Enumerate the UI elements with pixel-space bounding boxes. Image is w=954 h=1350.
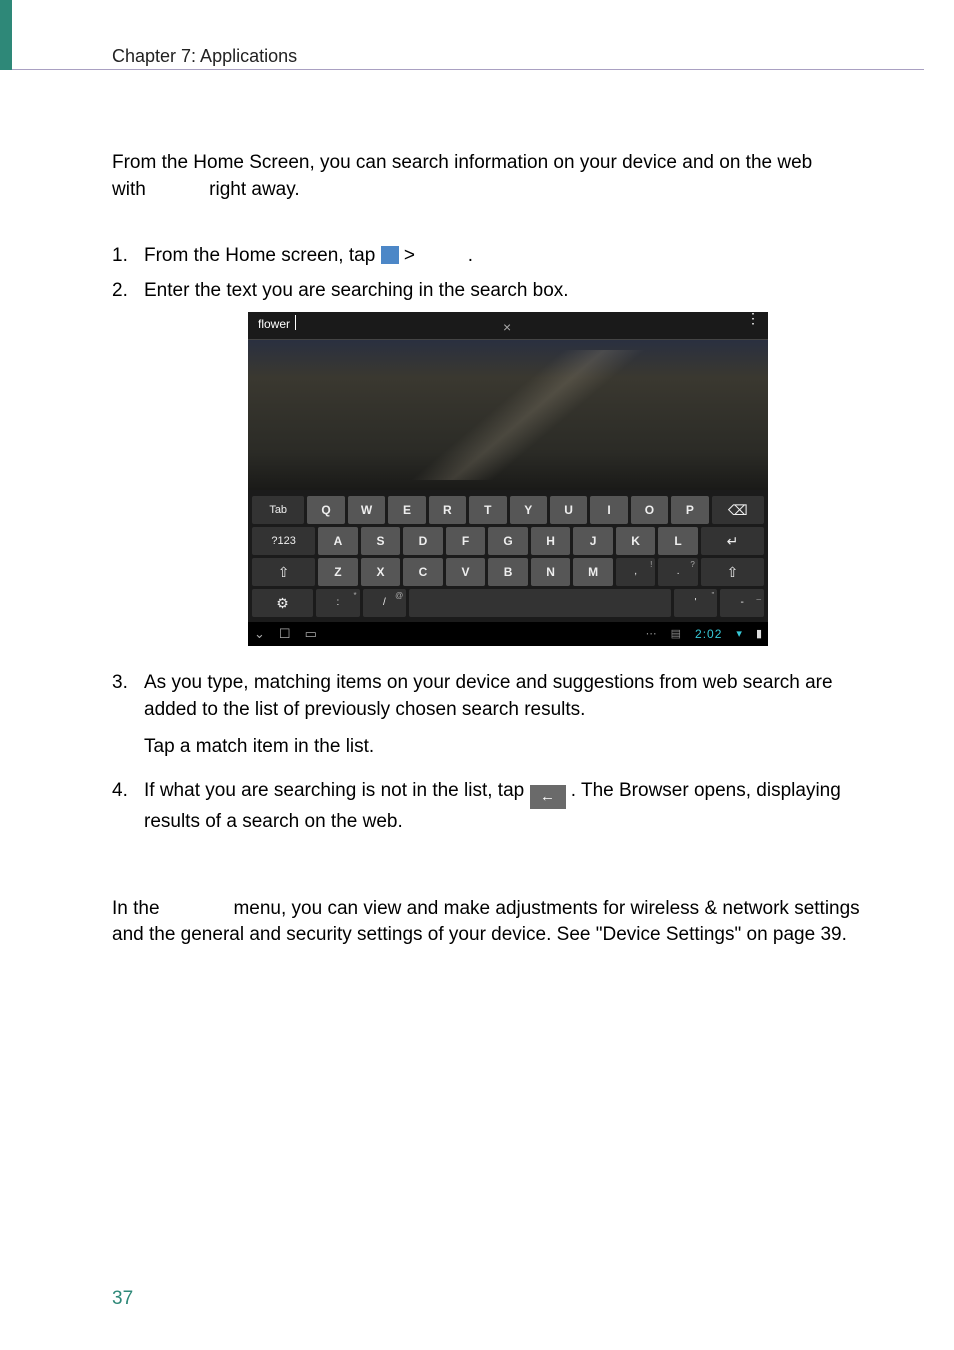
key-symbols[interactable]: ?123 xyxy=(252,527,315,555)
key-t[interactable]: T xyxy=(469,496,506,524)
key-a[interactable]: A xyxy=(318,527,358,555)
system-navigation-bar: ⌄ ☐ ▭ ⋯ ▤ 2:02 ▾ ▮ xyxy=(248,622,768,646)
step-number: 4. xyxy=(112,778,144,836)
intro-paragraph: From the Home Screen, you can search inf… xyxy=(112,150,872,203)
key-i[interactable]: I xyxy=(590,496,627,524)
key-colon[interactable]: :* xyxy=(316,589,360,617)
key-u[interactable]: U xyxy=(550,496,587,524)
nav-home-icon[interactable]: ☐ xyxy=(279,625,291,643)
key-enter[interactable]: ↵ xyxy=(701,527,764,555)
step-number: 2. xyxy=(112,278,144,663)
key-o[interactable]: O xyxy=(631,496,668,524)
step-1: 1. From the Home screen, tap > . xyxy=(112,243,872,270)
key-b[interactable]: B xyxy=(488,558,528,586)
step1-text-a: From the Home screen, tap xyxy=(144,245,375,266)
key-apostrophe[interactable]: '" xyxy=(674,589,718,617)
key-j[interactable]: J xyxy=(573,527,613,555)
sd-card-icon: ▤ xyxy=(671,627,681,642)
intro-line2a: with xyxy=(112,179,146,200)
wifi-icon: ▾ xyxy=(736,627,742,642)
key-period[interactable]: .? xyxy=(658,558,698,586)
key-k[interactable]: K xyxy=(616,527,656,555)
step-4: 4. If what you are searching is not in t… xyxy=(112,778,872,836)
key-language[interactable]: ⚙ xyxy=(252,589,313,617)
key-g[interactable]: G xyxy=(488,527,528,555)
header-accent-bar xyxy=(0,0,12,70)
search-screenshot: flower × ⋮ Tab Q W E R T xyxy=(248,312,768,646)
apps-grid-icon xyxy=(381,246,399,264)
key-tab[interactable]: Tab xyxy=(252,496,304,524)
step-2: 2. Enter the text you are searching in t… xyxy=(112,278,872,663)
key-e[interactable]: E xyxy=(388,496,425,524)
enter-arrow-icon: ← xyxy=(530,785,566,809)
main-content: From the Home Screen, you can search inf… xyxy=(112,150,872,949)
chapter-title: Chapter 7: Applications xyxy=(112,46,297,67)
key-shift-left[interactable]: ⇧ xyxy=(252,558,315,586)
key-l[interactable]: L xyxy=(658,527,698,555)
key-slash[interactable]: /@ xyxy=(363,589,407,617)
clear-icon[interactable]: × xyxy=(503,318,511,338)
settings-text-a: In the xyxy=(112,898,160,919)
text-cursor xyxy=(295,315,296,330)
key-q[interactable]: Q xyxy=(307,496,344,524)
key-space[interactable] xyxy=(409,589,671,617)
key-h[interactable]: H xyxy=(531,527,571,555)
key-r[interactable]: R xyxy=(429,496,466,524)
intro-line1: From the Home Screen, you can search inf… xyxy=(112,152,812,173)
clock: 2:02 xyxy=(695,626,722,643)
overflow-menu-icon[interactable]: ⋮ xyxy=(746,314,760,322)
header-divider xyxy=(12,69,924,70)
step1-text-c: . xyxy=(468,245,473,266)
step2-text: Enter the text you are searching in the … xyxy=(144,280,569,301)
key-comma[interactable]: ,! xyxy=(616,558,656,586)
nav-back-icon[interactable]: ⌄ xyxy=(254,625,265,643)
key-n[interactable]: N xyxy=(531,558,571,586)
key-p[interactable]: P xyxy=(671,496,708,524)
settings-section: In the menu, you can view and make adjus… xyxy=(112,896,872,949)
key-v[interactable]: V xyxy=(446,558,486,586)
page-number: 37 xyxy=(112,1288,133,1310)
battery-icon: ▮ xyxy=(756,627,762,642)
step1-text-b: > xyxy=(404,245,415,266)
step3-p2: Tap a match item in the list. xyxy=(144,734,872,761)
intro-line2b: right away. xyxy=(209,179,299,200)
nav-recent-icon[interactable]: ▭ xyxy=(305,625,317,643)
search-input-text: flower xyxy=(258,316,290,333)
key-dash[interactable]: -_ xyxy=(720,589,764,617)
key-z[interactable]: Z xyxy=(318,558,358,586)
key-x[interactable]: X xyxy=(361,558,401,586)
step3-p1: As you type, matching items on your devi… xyxy=(144,670,872,723)
search-bar[interactable]: flower × ⋮ xyxy=(248,312,768,340)
settings-text-b: menu, you can view and make adjustments … xyxy=(112,898,860,946)
on-screen-keyboard[interactable]: Tab Q W E R T Y U I O P ⌫ xyxy=(248,490,768,622)
background-image xyxy=(248,340,768,490)
step4-text-a: If what you are searching is not in the … xyxy=(144,780,524,801)
key-w[interactable]: W xyxy=(348,496,385,524)
step-3: 3. As you type, matching items on your d… xyxy=(112,670,872,770)
key-y[interactable]: Y xyxy=(510,496,547,524)
status-icon: ⋯ xyxy=(646,627,657,642)
key-f[interactable]: F xyxy=(446,527,486,555)
key-s[interactable]: S xyxy=(361,527,401,555)
step-number: 1. xyxy=(112,243,144,270)
key-c[interactable]: C xyxy=(403,558,443,586)
key-shift-right[interactable]: ⇧ xyxy=(701,558,764,586)
key-backspace[interactable]: ⌫ xyxy=(712,496,764,524)
step-number: 3. xyxy=(112,670,144,770)
key-m[interactable]: M xyxy=(573,558,613,586)
key-d[interactable]: D xyxy=(403,527,443,555)
